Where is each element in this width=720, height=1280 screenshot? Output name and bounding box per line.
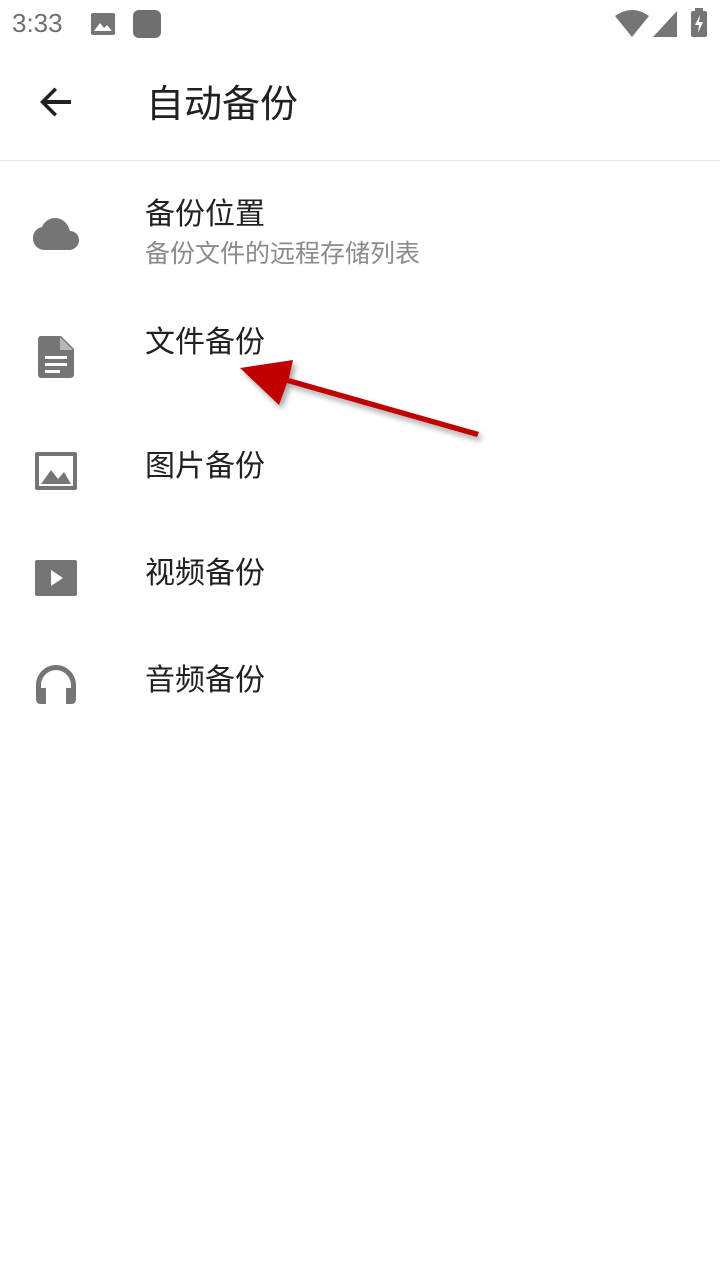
headphones-icon <box>32 661 80 709</box>
wifi-icon <box>614 10 650 42</box>
list-item-audio-backup[interactable]: 音频备份 <box>0 629 720 736</box>
item-title: 图片备份 <box>145 449 265 484</box>
item-title: 备份位置 <box>145 197 265 232</box>
settings-list: 备份位置 备份文件的远程存储列表 文件备份 图片备份 视频备份 音频备份 <box>0 161 720 736</box>
status-bar: 3:33 <box>0 0 720 48</box>
image-icon <box>32 447 80 495</box>
item-subtitle: 备份文件的远程存储列表 <box>145 239 421 268</box>
list-item-video-backup[interactable]: 视频备份 <box>0 522 720 629</box>
list-item-backup-location[interactable]: 备份位置 备份文件的远程存储列表 <box>0 161 720 287</box>
status-time: 3:33 <box>12 8 63 38</box>
battery-charging-icon <box>690 8 708 42</box>
arrow-back-icon <box>38 84 74 124</box>
list-item-file-backup[interactable]: 文件备份 <box>0 287 720 415</box>
document-icon <box>32 333 80 381</box>
back-button[interactable] <box>20 70 92 138</box>
cellular-signal-icon <box>652 10 678 42</box>
app-notification-icon <box>132 9 162 43</box>
item-title: 文件备份 <box>145 325 265 360</box>
video-play-icon <box>32 554 80 602</box>
page-title: 自动备份 <box>146 82 299 126</box>
app-bar: 自动备份 <box>0 48 720 161</box>
item-title: 视频备份 <box>145 556 265 591</box>
item-title: 音频备份 <box>145 663 265 698</box>
cloud-icon <box>32 211 80 259</box>
image-notification-icon <box>90 12 116 40</box>
list-item-image-backup[interactable]: 图片备份 <box>0 415 720 522</box>
